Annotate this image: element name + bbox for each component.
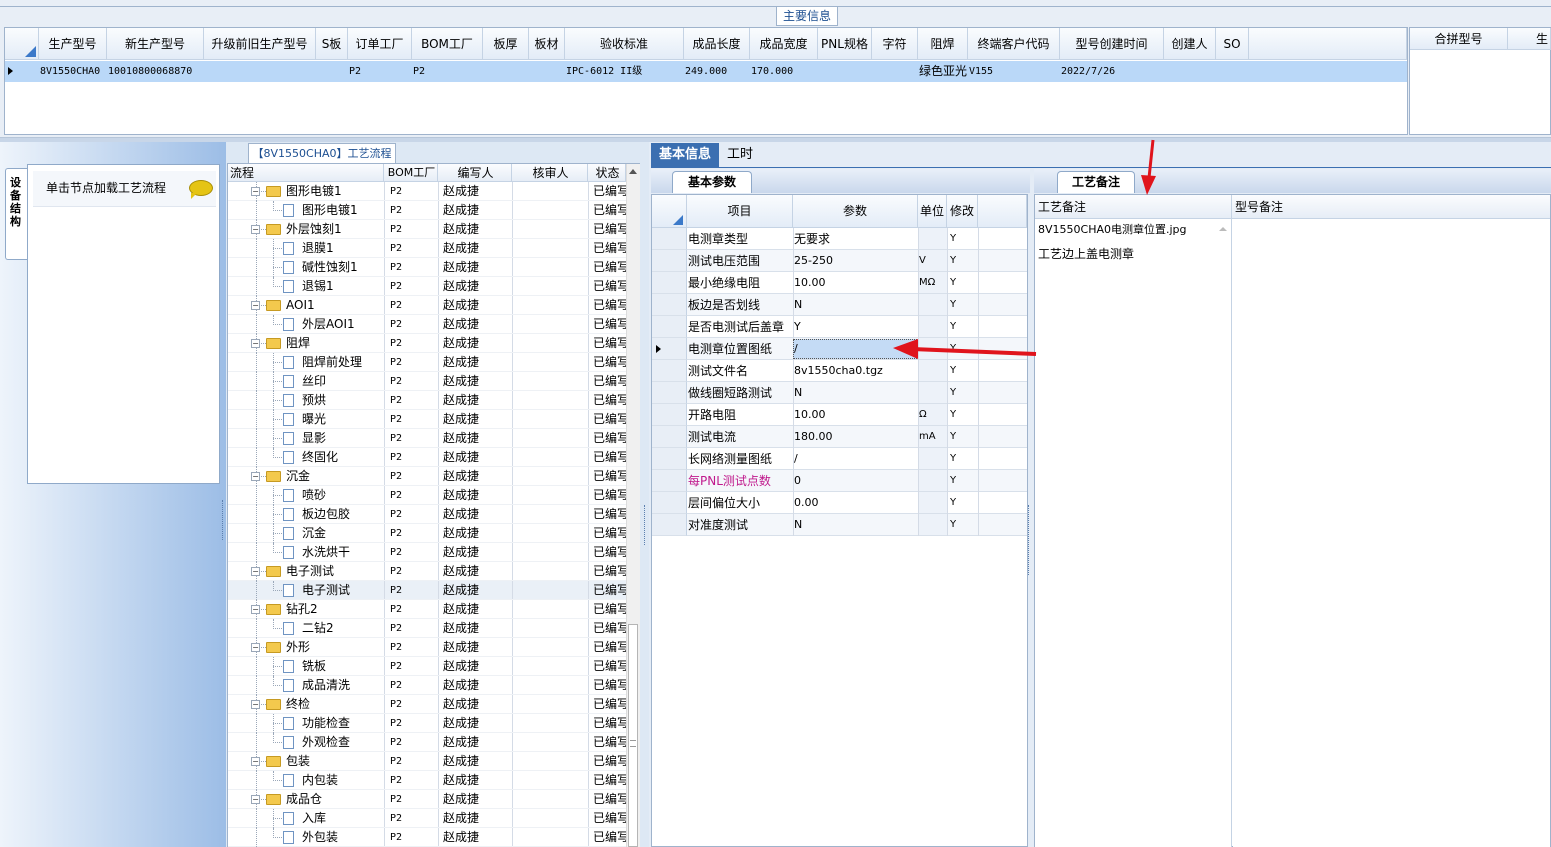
annotation-arrow-left bbox=[893, 339, 1037, 359]
annotation-arrow-down bbox=[1141, 139, 1156, 195]
annotation-arrows bbox=[893, 139, 1156, 359]
